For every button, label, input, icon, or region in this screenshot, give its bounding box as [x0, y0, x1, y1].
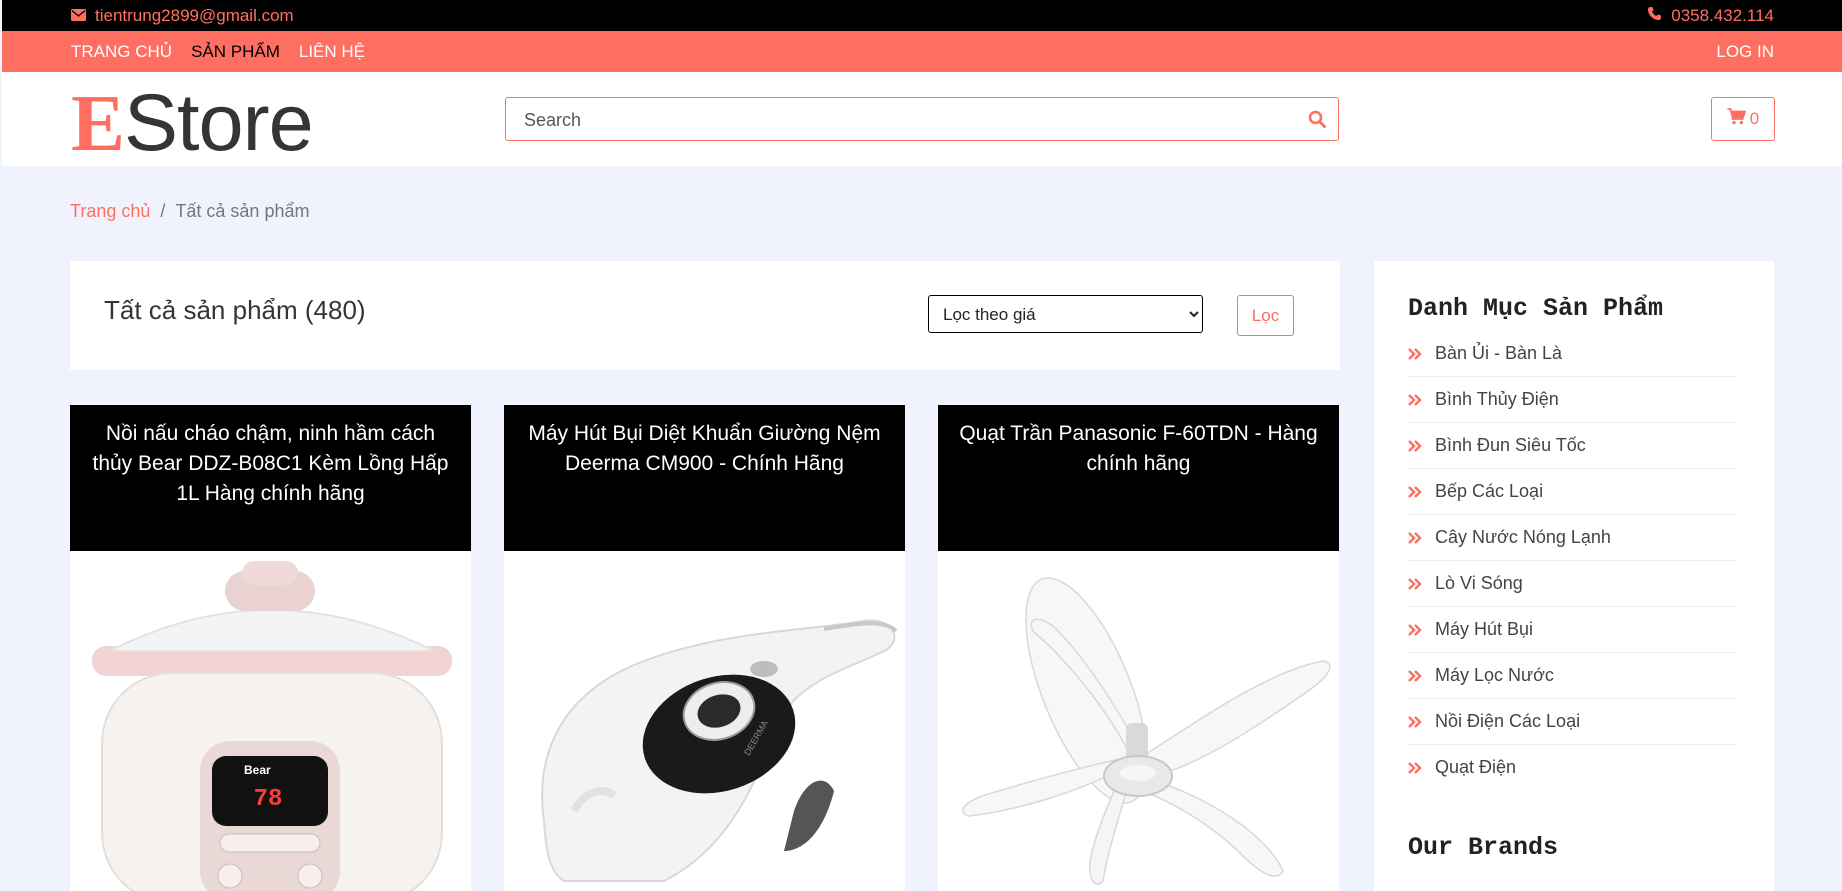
category-item[interactable]: Bình Thủy Điện [1408, 377, 1736, 423]
nav-link-contact[interactable]: LIÊN HỆ [299, 42, 365, 62]
product-title[interactable]: Quạt Trần Panasonic F-60TDN - Hàng chính… [938, 405, 1339, 551]
double-chevron-right-icon [1408, 347, 1422, 360]
category-item[interactable]: Bàn Ủi - Bàn Là [1408, 331, 1736, 377]
breadcrumb: Trang chủ / Tất cả sản phẩm [70, 201, 309, 222]
cart-count: 0 [1749, 109, 1760, 128]
category-item[interactable]: Máy Hút Bụi [1408, 607, 1736, 653]
breadcrumb-separator: / [160, 201, 166, 221]
category-label[interactable]: Bàn Ủi - Bàn Là [1435, 343, 1562, 364]
search-icon[interactable] [1308, 110, 1326, 133]
nav-links: TRANG CHỦ SẢN PHẨM LIÊN HỆ [71, 31, 384, 72]
product-card[interactable]: Quạt Trần Panasonic F-60TDN - Hàng chính… [938, 405, 1339, 891]
category-item[interactable]: Bình Đun Siêu Tốc [1408, 423, 1736, 469]
price-filter-select[interactable]: Lọc theo giá [928, 295, 1203, 333]
category-label[interactable]: Bếp Các Loại [1435, 481, 1543, 502]
product-image-vacuum[interactable]: DEERMA [504, 551, 905, 891]
page-title: Tất cả sản phẩm (480) [104, 295, 366, 325]
sidebar: Danh Mục Sản Phẩm Bàn Ủi - Bàn Là Bình T… [1374, 261, 1774, 891]
site-header: EStore 0 [2, 72, 1842, 168]
contact-phone[interactable]: 0358.432.114 [1647, 0, 1774, 31]
category-item[interactable]: Bếp Các Loại [1408, 469, 1736, 515]
category-label[interactable]: Bình Thủy Điện [1435, 389, 1559, 410]
top-contact-bar: tientrung2899@gmail.com 0358.432.114 [2, 0, 1842, 31]
contact-email[interactable]: tientrung2899@gmail.com [71, 0, 294, 31]
product-list-toolbar: Tất cả sản phẩm (480) Lọc theo giá Lọc [70, 261, 1340, 370]
category-label[interactable]: Quạt Điện [1435, 757, 1516, 778]
login-link[interactable]: LOG IN [1716, 31, 1774, 72]
category-label[interactable]: Nồi Điện Các Loại [1435, 711, 1580, 732]
phone-text: 0358.432.114 [1671, 5, 1774, 25]
breadcrumb-home-link[interactable]: Trang chủ [70, 201, 150, 221]
double-chevron-right-icon [1408, 531, 1422, 544]
nav-link-home[interactable]: TRANG CHỦ [71, 42, 172, 62]
category-label[interactable]: Bình Đun Siêu Tốc [1435, 435, 1586, 456]
cooker-brand-text: Bear [244, 763, 271, 777]
envelope-icon [71, 6, 95, 26]
category-label[interactable]: Lò Vi Sóng [1435, 573, 1523, 594]
category-label[interactable]: Máy Lọc Nước [1435, 665, 1554, 686]
breadcrumb-current: Tất cả sản phẩm [175, 201, 310, 221]
cart-button[interactable]: 0 [1711, 97, 1775, 141]
search-input[interactable] [522, 98, 1286, 142]
product-image-slow-cooker[interactable]: Bear 78 [70, 551, 471, 891]
category-item[interactable]: Máy Lọc Nước [1408, 653, 1736, 699]
filter-button[interactable]: Lọc [1237, 295, 1294, 336]
product-card[interactable]: Máy Hút Bụi Diệt Khuẩn Giường Nệm Deerma… [504, 405, 905, 891]
product-image-ceiling-fan[interactable] [938, 551, 1339, 891]
product-title[interactable]: Nồi nấu cháo chậm, ninh hầm cách thủy Be… [70, 405, 471, 551]
category-item[interactable]: Quạt Điện [1408, 745, 1736, 790]
double-chevron-right-icon [1408, 577, 1422, 590]
double-chevron-right-icon [1408, 761, 1422, 774]
cooker-display-text: 78 [254, 786, 283, 813]
nav-link-products[interactable]: SẢN PHẨM [191, 42, 280, 62]
search-box [505, 97, 1339, 142]
category-item[interactable]: Cây Nước Nóng Lạnh [1408, 515, 1736, 561]
shopping-cart-icon [1727, 108, 1750, 130]
category-item[interactable]: Lò Vi Sóng [1408, 561, 1736, 607]
double-chevron-right-icon [1408, 439, 1422, 452]
category-label[interactable]: Máy Hút Bụi [1435, 619, 1533, 640]
product-title[interactable]: Máy Hút Bụi Diệt Khuẩn Giường Nệm Deerma… [504, 405, 905, 551]
double-chevron-right-icon [1408, 393, 1422, 406]
double-chevron-right-icon [1408, 623, 1422, 636]
estore-logo[interactable]: EStore [71, 76, 314, 170]
double-chevron-right-icon [1408, 485, 1422, 498]
phone-icon [1647, 6, 1671, 26]
logo-letter-e: E [71, 78, 125, 168]
category-list: Bàn Ủi - Bàn Là Bình Thủy Điện Bình Đun … [1408, 331, 1736, 790]
categories-heading: Danh Mục Sản Phẩm [1408, 294, 1664, 323]
category-item[interactable]: Nồi Điện Các Loại [1408, 699, 1736, 745]
double-chevron-right-icon [1408, 669, 1422, 682]
double-chevron-right-icon [1408, 715, 1422, 728]
main-navbar: TRANG CHỦ SẢN PHẨM LIÊN HỆ LOG IN [2, 31, 1842, 72]
brands-heading: Our Brands [1408, 833, 1559, 862]
logo-text: Store [124, 78, 314, 168]
email-text: tientrung2899@gmail.com [95, 5, 294, 25]
category-label[interactable]: Cây Nước Nóng Lạnh [1435, 527, 1611, 548]
product-card[interactable]: Nồi nấu cháo chậm, ninh hầm cách thủy Be… [70, 405, 471, 891]
